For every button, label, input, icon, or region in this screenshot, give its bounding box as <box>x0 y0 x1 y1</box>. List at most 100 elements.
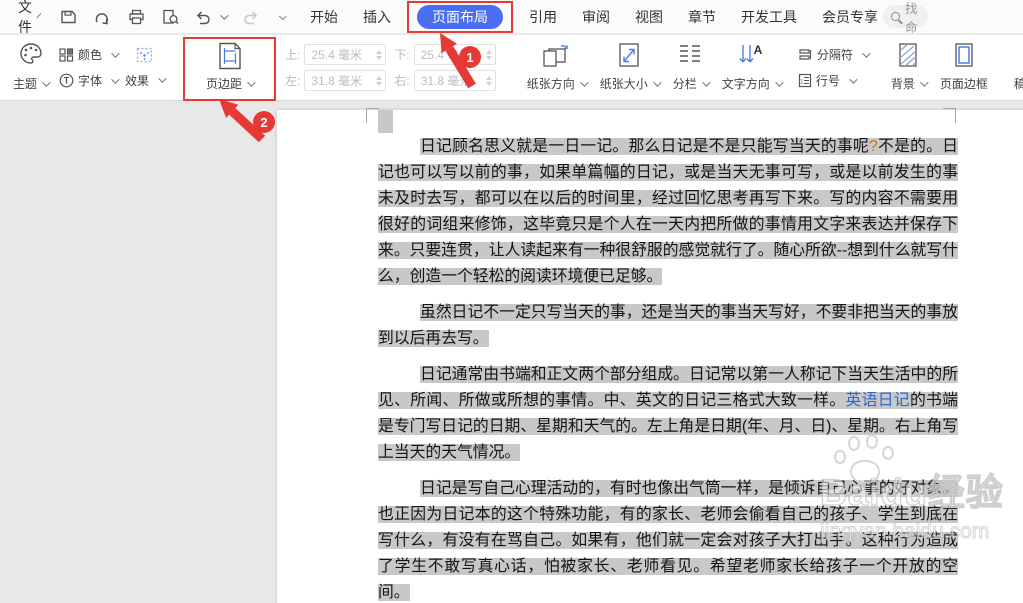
text-direction-button[interactable]: A 文字方向 <box>715 37 788 98</box>
chevron-down-icon <box>701 77 711 87</box>
paragraph[interactable]: 虽然日记不一定只写当天的事，还是当天的事当天写好，不要非把当天的事放到以后再去写… <box>378 300 958 352</box>
margin-right-label: 右: <box>394 74 410 88</box>
ribbon-tabs: 开始 插入 页面布局 引用 审阅 视图 章节 开发工具 会员专享 <box>305 0 883 33</box>
line-numbers-button[interactable]: 1 行号 <box>798 72 868 89</box>
chevron-down-icon <box>848 74 858 84</box>
chevron-down-icon[interactable] <box>36 12 42 18</box>
text-direction-label: 文字方向 <box>721 77 770 91</box>
margin-field-top: 上: 25.4 毫米 <box>285 44 387 65</box>
document-page[interactable]: 日记顾名思义就是一日一记。那么日记是不是只能写当天的事呢?不是的。日记也可以写以… <box>277 108 1023 603</box>
tab-references[interactable]: 引用 <box>524 3 562 31</box>
columns-icon <box>680 45 701 62</box>
selected-text: 虽然日记不一定只写当天的事，还是当天的事当天写好，不要非把当天的事放到以后再去写… <box>378 304 958 347</box>
ribbon: 主题 颜色 T 字体 效果 页边距 上: 25.4 毫米 下: 25.4 毫米 … <box>0 35 1023 101</box>
print-icon[interactable] <box>126 7 146 27</box>
grid-paper-button[interactable]: 稿纸设置 <box>1007 37 1023 98</box>
paper-orientation-button[interactable]: 纸张方向 <box>520 37 593 98</box>
document-text[interactable]: 日记顾名思义就是一日一记。那么日记是不是只能写当天的事呢?不是的。日记也可以写以… <box>378 134 958 603</box>
chevron-down-icon <box>579 77 589 87</box>
paragraph[interactable]: 日记顾名思义就是一日一记。那么日记是不是只能写当天的事呢?不是的。日记也可以写以… <box>378 134 958 290</box>
fonts-button[interactable]: T 字体 <box>59 72 120 89</box>
margin-top-label: 上: <box>285 48 301 62</box>
theme-group: 主题 颜色 T 字体 效果 <box>6 37 168 98</box>
tab-page-layout-wrap: 页面布局 <box>407 0 513 33</box>
theme-label: 主题 <box>13 77 38 91</box>
export-icon[interactable] <box>92 7 112 27</box>
undo-icon[interactable] <box>194 7 214 27</box>
columns-button[interactable]: 分栏 <box>666 37 715 98</box>
margin-field-right: 右: 31.8 毫米 <box>394 70 496 91</box>
selected-text: 日记顾名思义就是一日一记。那么日记是不是只能写当天的事呢 <box>420 138 869 155</box>
effects-icon <box>136 47 153 62</box>
chevron-down-icon <box>861 48 871 58</box>
margin-bottom-label: 下: <box>394 48 410 62</box>
margins-button[interactable]: 页边距 <box>182 37 277 101</box>
chevron-down-icon <box>111 48 120 58</box>
collapse-toolbar-icon[interactable] <box>278 11 287 20</box>
tab-page-layout[interactable]: 页面布局 <box>417 4 503 29</box>
command-search[interactable]: 查找命令... <box>883 2 928 54</box>
background-icon <box>899 43 917 67</box>
hyperlink[interactable]: 英语日记 <box>845 392 910 409</box>
selection-stub <box>378 110 393 133</box>
margins-label: 页边距 <box>206 77 243 91</box>
breaks-label: 分隔符 <box>816 48 853 62</box>
line-numbers-label: 行号 <box>815 74 840 88</box>
breaks-group: 分隔符 1 行号 <box>794 37 872 98</box>
colors-button[interactable]: 颜色 <box>59 46 120 63</box>
page-border-button[interactable]: 页面边框 <box>933 37 995 98</box>
svg-text:T: T <box>64 76 70 86</box>
tab-review[interactable]: 审阅 <box>577 3 615 31</box>
chevron-down-icon <box>42 77 51 87</box>
svg-text:A: A <box>754 43 763 57</box>
margin-field-left: 左: 31.8 毫米 <box>285 70 387 91</box>
file-menu[interactable]: 文件 <box>18 0 32 37</box>
paper-size-icon <box>619 43 639 67</box>
tab-view[interactable]: 视图 <box>630 3 668 31</box>
columns-label: 分栏 <box>672 77 697 91</box>
tab-developer[interactable]: 开发工具 <box>736 3 802 31</box>
margin-top-value: 25.4 毫米 <box>311 48 363 62</box>
stepper-icon <box>376 75 383 86</box>
colors-icon <box>59 47 74 62</box>
margin-cropmark-right <box>943 108 956 123</box>
theme-button[interactable]: 主题 <box>6 37 55 98</box>
breaks-button[interactable]: 分隔符 <box>798 46 871 63</box>
background-button[interactable]: 背景 <box>884 37 933 98</box>
search-icon <box>891 12 900 21</box>
breaks-icon <box>799 49 811 60</box>
annotation-badge-1: 1 <box>459 46 481 68</box>
colors-label: 颜色 <box>78 48 103 62</box>
effects-col: 效果 <box>121 37 168 98</box>
effects-label: 效果 <box>125 73 150 88</box>
paper-orientation-label: 纸张方向 <box>526 77 575 91</box>
selected-text: ? <box>869 138 878 155</box>
background-label: 背景 <box>890 77 915 91</box>
stepper-icon <box>485 49 492 60</box>
undo-dropdown-icon[interactable] <box>220 10 229 20</box>
text-direction-icon: A <box>739 43 763 63</box>
stepper-icon <box>376 49 383 60</box>
paper-size-label: 纸张大小 <box>599 77 648 91</box>
document-canvas: 日记顾名思义就是一日一记。那么日记是不是只能写当天的事呢?不是的。日记也可以写以… <box>0 102 1023 603</box>
tab-section[interactable]: 章节 <box>683 3 721 31</box>
margins-icon <box>218 42 241 70</box>
chevron-down-icon <box>774 77 784 87</box>
annotation-badge-2: 2 <box>253 111 275 133</box>
font-icon: T <box>59 73 74 88</box>
print-preview-icon[interactable] <box>160 7 180 27</box>
chevron-down-icon <box>158 74 167 83</box>
tab-member[interactable]: 会员专享 <box>817 3 883 31</box>
selected-text: 日记是写自己心理活动的，有时也像出气筒一样，是倾诉自己心事的好对象。也正因为日记… <box>378 480 958 601</box>
effects-button[interactable]: 效果 <box>125 72 167 89</box>
save-icon[interactable] <box>58 7 78 27</box>
paper-size-button[interactable]: 纸张大小 <box>593 37 666 98</box>
title-tab-bar: 文件 开始 插入 页面布局 引用 审阅 视图 章节 开发工具 会员专享 找命 <box>0 0 1023 54</box>
tab-insert[interactable]: 插入 <box>358 3 396 31</box>
paragraph[interactable]: 日记是写自己心理活动的，有时也像出气筒一样，是倾诉自己心事的好对象。也正因为日记… <box>378 476 958 603</box>
grid-paper-label: 稿纸设置 <box>1013 77 1023 91</box>
chevron-down-icon <box>652 77 662 87</box>
paragraph[interactable]: 日记通常由书端和正文两个部分组成。日记常以第一人称记下当天生活中的所见、所闻、所… <box>378 362 958 466</box>
tab-home[interactable]: 开始 <box>305 3 343 31</box>
chevron-down-icon <box>111 74 120 84</box>
